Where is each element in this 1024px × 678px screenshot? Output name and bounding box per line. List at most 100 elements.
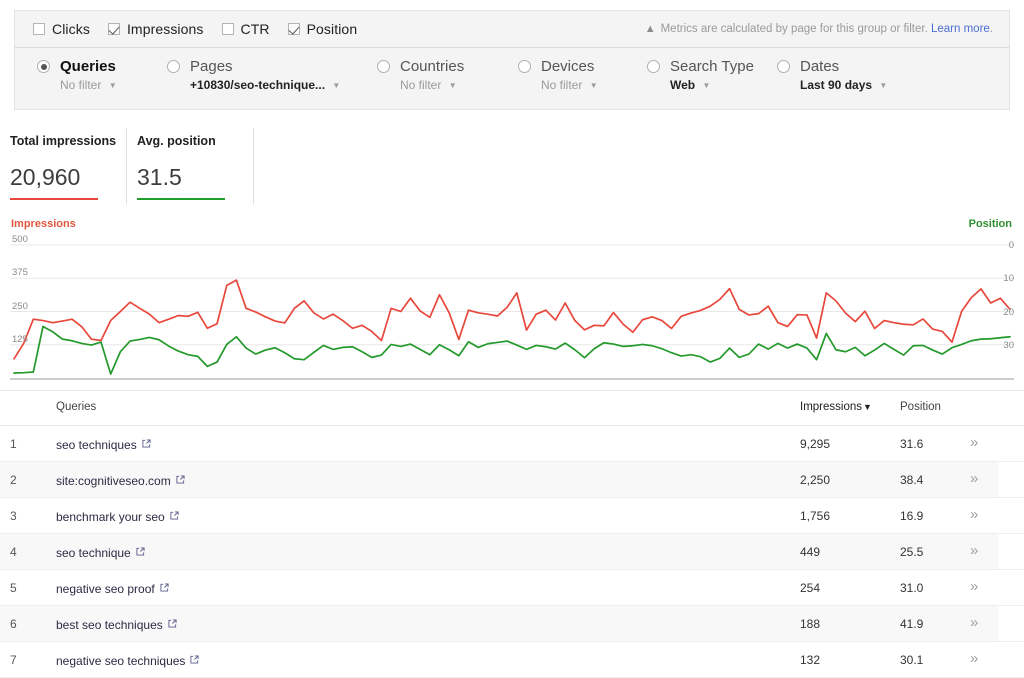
dimension-filter-bar: Queries No filter ▼ Pages +10830/seo-tec…: [14, 48, 1010, 110]
summary-card-value: 31.5: [137, 164, 182, 190]
dimension-countries-head[interactable]: Countries: [377, 58, 464, 75]
checkbox-position[interactable]: [287, 23, 300, 35]
dimension-pages-label: Pages: [190, 58, 233, 75]
chart-series-impressions: [13, 279, 1011, 360]
dimension-queries-head[interactable]: Queries: [37, 58, 117, 75]
external-link-icon[interactable]: [136, 545, 145, 559]
checkbox-clicks[interactable]: [33, 23, 45, 35]
dimension-pages-filter[interactable]: +10830/seo-technique... ▼: [190, 78, 340, 92]
metric-toggle-position[interactable]: Position: [287, 21, 358, 37]
row-position: 41.9: [900, 617, 924, 631]
radio-pages[interactable]: [167, 60, 180, 73]
checkbox-ctr[interactable]: [221, 23, 234, 35]
sort-desc-icon: ▼: [863, 402, 872, 412]
row-position: 25.5: [900, 545, 924, 559]
row-expand-button[interactable]: »: [970, 578, 978, 595]
chevron-down-icon: ▼: [879, 81, 888, 91]
row-expand-button[interactable]: »: [970, 542, 978, 559]
dimension-queries-filter-value: No filter: [60, 78, 102, 92]
row-expand-button[interactable]: »: [970, 650, 978, 667]
row-position: 16.9: [900, 509, 924, 523]
table-body: 1 seo techniques 9,295 31.6 » 2 site:cognitive…: [0, 426, 1024, 678]
column-header-position[interactable]: Position: [900, 401, 941, 413]
column-header-impressions-label: Impressions: [800, 401, 862, 413]
summary-card-rule-position: [137, 198, 225, 200]
checkbox-impressions[interactable]: [107, 23, 120, 35]
chart-plot-area: 500 375 250 125 0 10 20 30: [0, 234, 1024, 382]
external-link-icon[interactable]: [168, 617, 177, 631]
chevron-down-icon: ▼: [702, 81, 711, 91]
table-row[interactable]: 4 seo technique 449 25.5 »: [0, 534, 1024, 570]
radio-dates[interactable]: [777, 60, 790, 73]
table-row[interactable]: 2 site:cognitiveseo.com 2,250 38.4 »: [0, 462, 1024, 498]
external-link-icon[interactable]: [170, 509, 179, 523]
chevron-down-icon: ▼: [332, 81, 341, 91]
row-expand-button[interactable]: »: [970, 614, 978, 631]
row-expand-button[interactable]: »: [970, 470, 978, 487]
table-row[interactable]: 1 seo techniques 9,295 31.6 »: [0, 426, 1024, 462]
column-header-impressions[interactable]: Impressions▼: [800, 401, 872, 413]
dimension-dates-head[interactable]: Dates: [777, 58, 887, 75]
metric-toggle-impressions[interactable]: Impressions: [107, 21, 204, 37]
dimension-search-type[interactable]: Search Type Web ▼: [647, 58, 754, 92]
metrics-note: ▲ Metrics are calculated by page for thi…: [645, 23, 993, 35]
chart-left-tick: 250: [12, 300, 28, 312]
summary-cards: Total impressions 20,960 Avg. position 3…: [0, 128, 254, 204]
metric-toggle-clicks[interactable]: Clicks: [33, 21, 90, 37]
row-query[interactable]: best seo techniques: [56, 617, 177, 632]
row-impressions: 1,756: [800, 509, 831, 523]
metric-label-position: Position: [306, 21, 358, 37]
dimension-queries-filter[interactable]: No filter ▼: [60, 78, 117, 92]
row-rank: 6: [10, 617, 17, 631]
radio-queries[interactable]: [37, 60, 50, 73]
table-row[interactable]: 5 negative seo proof 254 31.0 »: [0, 570, 1024, 606]
chart-svg: [10, 244, 1014, 380]
dimension-queries[interactable]: Queries No filter ▼: [37, 58, 117, 92]
row-rank: 7: [10, 653, 17, 667]
row-query[interactable]: negative seo techniques: [56, 653, 199, 668]
row-expand-button[interactable]: »: [970, 506, 978, 523]
external-link-icon[interactable]: [176, 473, 185, 487]
row-query[interactable]: benchmark your seo: [56, 509, 179, 524]
summary-card-title: Total impressions: [10, 134, 117, 148]
radio-devices[interactable]: [518, 60, 531, 73]
radio-countries[interactable]: [377, 60, 390, 73]
chart-right-tick: 10: [1003, 273, 1014, 285]
dimension-search-type-filter-value: Web: [670, 78, 696, 92]
dimension-devices[interactable]: Devices No filter ▼: [518, 58, 598, 92]
dimension-countries[interactable]: Countries No filter ▼: [377, 58, 464, 92]
metric-toggle-ctr[interactable]: CTR: [221, 21, 270, 37]
row-expand-button[interactable]: »: [970, 434, 978, 451]
external-link-icon[interactable]: [142, 437, 151, 451]
metrics-chart: Impressions Position 500 375 250 125 0 10 20 3…: [0, 218, 1024, 386]
radio-search-type[interactable]: [647, 60, 660, 73]
metric-label-impressions: Impressions: [126, 21, 204, 37]
dimension-pages-head[interactable]: Pages: [167, 58, 340, 75]
external-link-icon[interactable]: [160, 581, 169, 595]
chart-left-tick: 125: [12, 333, 28, 345]
row-query[interactable]: negative seo proof: [56, 581, 169, 596]
chart-series-position: [13, 325, 1011, 375]
dimension-devices-label: Devices: [541, 58, 595, 75]
metrics-note-suffix: .: [989, 23, 993, 35]
table-row[interactable]: 7 negative seo techniques 132 30.1 »: [0, 642, 1024, 678]
dimension-search-type-head[interactable]: Search Type: [647, 58, 754, 75]
dimension-dates-filter[interactable]: Last 90 days ▼: [800, 78, 887, 92]
dimension-devices-head[interactable]: Devices: [518, 58, 598, 75]
dimension-pages[interactable]: Pages +10830/seo-technique... ▼: [167, 58, 340, 92]
row-query[interactable]: site:cognitiveseo.com: [56, 473, 185, 488]
dimension-search-type-filter[interactable]: Web ▼: [670, 78, 754, 92]
dimension-devices-filter[interactable]: No filter ▼: [541, 78, 598, 92]
external-link-icon[interactable]: [190, 653, 199, 667]
table-row[interactable]: 6 best seo techniques 188 41.9 »: [0, 606, 1024, 642]
dimension-countries-filter[interactable]: No filter ▼: [400, 78, 464, 92]
row-query[interactable]: seo technique: [56, 545, 145, 560]
dimension-queries-label: Queries: [60, 58, 116, 75]
table-row[interactable]: 3 benchmark your seo 1,756 16.9 »: [0, 498, 1024, 534]
row-query[interactable]: seo techniques: [56, 437, 151, 452]
learn-more-link[interactable]: Learn more: [931, 23, 990, 35]
dimension-dates[interactable]: Dates Last 90 days ▼: [777, 58, 887, 92]
summary-card-rule-impressions: [10, 198, 98, 200]
dimension-dates-label: Dates: [800, 58, 840, 75]
column-header-queries[interactable]: Queries: [56, 401, 96, 413]
